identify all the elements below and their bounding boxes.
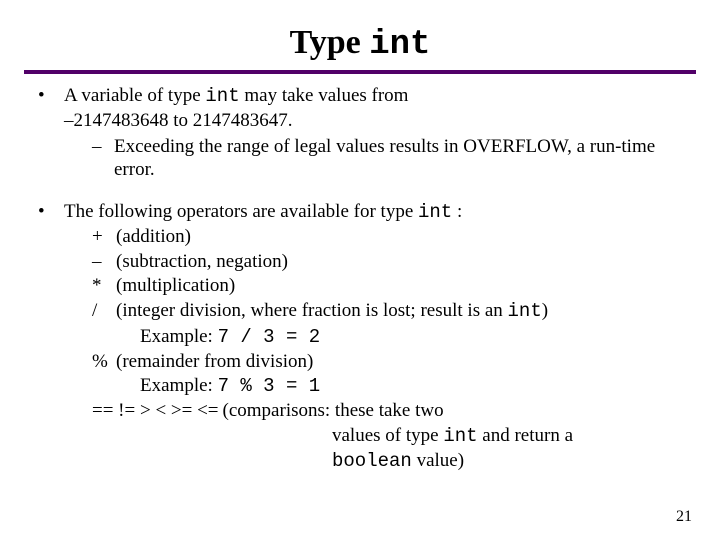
op-star-desc: (multiplication) — [116, 274, 690, 298]
op-cmp-line3: boolean value) — [92, 449, 690, 474]
operator-list: + (addition) – (subtraction, negation) *… — [64, 225, 690, 474]
title-underline — [24, 70, 696, 74]
op-cmp-line1: (comparisons: these take two — [223, 399, 690, 423]
op-slash-desc: (integer division, where fraction is los… — [116, 299, 690, 324]
op-pct: % (remainder from division) — [92, 350, 690, 374]
op-pct-sym: % — [92, 350, 116, 374]
op-plus-desc: (addition) — [116, 225, 690, 249]
op-star: * (multiplication) — [92, 274, 690, 298]
op-pct-example: Example: 7 % 3 = 1 — [92, 374, 690, 399]
op-minus-desc: (subtraction, negation) — [116, 250, 690, 274]
bullet-range-text: A variable of type int may take values f… — [64, 85, 408, 131]
op-slash: / (integer division, where fraction is l… — [92, 299, 690, 324]
bullet-range-sub: Exceeding the range of legal values resu… — [64, 135, 690, 183]
title-code: int — [369, 26, 430, 64]
op-cmp-sym: == != > < >= <= — [92, 399, 223, 423]
slide-title: Type int — [24, 24, 696, 64]
op-minus: – (subtraction, negation) — [92, 250, 690, 274]
op-pct-desc: (remainder from division) — [116, 350, 690, 374]
bullet-operators-intro: The following operators are available fo… — [64, 201, 462, 222]
bullet-range: A variable of type int may take values f… — [38, 84, 690, 182]
op-slash-example: Example: 7 / 3 = 2 — [92, 325, 690, 350]
overflow-note: Exceeding the range of legal values resu… — [92, 135, 690, 183]
op-minus-sym: – — [92, 250, 116, 274]
content-list: A variable of type int may take values f… — [24, 84, 696, 473]
slide: Type int A variable of type int may take… — [0, 0, 720, 540]
op-slash-sym: / — [92, 299, 116, 323]
op-cmp: == != > < >= <= (comparisons: these take… — [92, 399, 690, 423]
bullet-operators: The following operators are available fo… — [38, 200, 690, 473]
op-star-sym: * — [92, 274, 116, 298]
op-plus-sym: + — [92, 225, 116, 249]
op-cmp-line2: values of type int and return a — [92, 424, 690, 449]
title-prefix: Type — [290, 24, 370, 61]
page-number: 21 — [676, 508, 692, 526]
op-plus: + (addition) — [92, 225, 690, 249]
